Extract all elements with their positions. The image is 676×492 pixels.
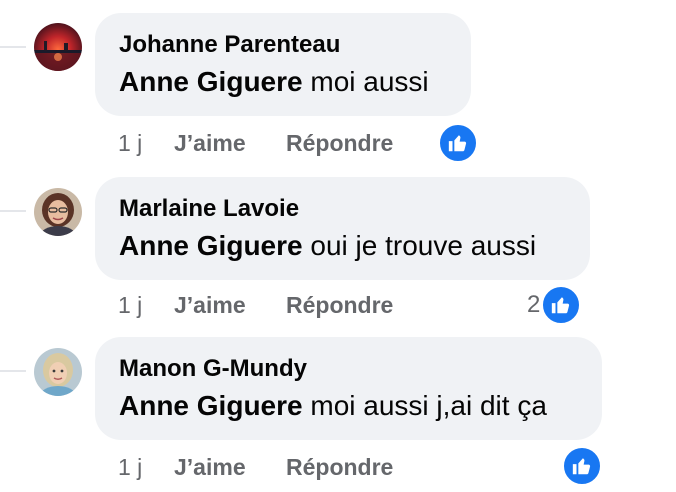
comment-text: Anne Giguere oui je trouve aussi — [119, 229, 566, 263]
like-button[interactable]: J’aime — [174, 452, 246, 482]
thread-connector-line — [0, 210, 26, 212]
comment-timestamp[interactable]: 1 j — [118, 452, 142, 482]
comment-bubble: Manon G-Mundy Anne Giguere moi aussi j,a… — [95, 337, 602, 440]
reply-button[interactable]: Répondre — [286, 128, 393, 158]
comment-timestamp[interactable]: 1 j — [118, 290, 142, 320]
comment-author[interactable]: Johanne Parenteau — [119, 30, 447, 60]
like-button[interactable]: J’aime — [174, 128, 246, 158]
reply-button[interactable]: Répondre — [286, 452, 393, 482]
comment-message: moi aussi j,ai dit ça — [302, 390, 547, 421]
avatar-portrait-image — [34, 188, 82, 236]
comment-bubble: Johanne Parenteau Anne Giguere moi aussi — [95, 13, 471, 116]
thumbs-up-icon — [563, 447, 601, 485]
thumbs-up-icon — [439, 124, 477, 162]
avatar-sunset-image — [34, 23, 82, 71]
comment-thread: Johanne Parenteau Anne Giguere moi aussi… — [0, 0, 676, 492]
reply-button[interactable]: Répondre — [286, 290, 393, 320]
comment-author[interactable]: Manon G-Mundy — [119, 354, 578, 384]
avatar-portrait-image — [34, 348, 82, 396]
reaction-count: 2 — [527, 291, 541, 318]
comment-author[interactable]: Marlaine Lavoie — [119, 194, 566, 224]
thumbs-up-icon — [542, 286, 581, 324]
mention-link[interactable]: Anne Giguere — [119, 390, 303, 421]
comment-message: oui je trouve aussi — [302, 230, 537, 261]
thread-connector-line — [0, 370, 26, 372]
avatar[interactable] — [34, 348, 82, 396]
reaction-summary[interactable] — [437, 124, 477, 162]
mention-link[interactable]: Anne Giguere — [119, 66, 303, 97]
comment-text: Anne Giguere moi aussi — [119, 65, 447, 99]
mention-link[interactable]: Anne Giguere — [119, 230, 303, 261]
comment-message: moi aussi — [302, 66, 429, 97]
thread-connector-line — [0, 46, 26, 48]
avatar[interactable] — [34, 188, 82, 236]
comment-timestamp[interactable]: 1 j — [118, 128, 142, 158]
comment-bubble: Marlaine Lavoie Anne Giguere oui je trou… — [95, 177, 590, 280]
reaction-summary[interactable]: 2 — [527, 286, 581, 324]
avatar[interactable] — [34, 23, 82, 71]
like-button[interactable]: J’aime — [174, 290, 246, 320]
reaction-summary[interactable] — [561, 447, 601, 485]
comment-text: Anne Giguere moi aussi j,ai dit ça — [119, 389, 578, 423]
